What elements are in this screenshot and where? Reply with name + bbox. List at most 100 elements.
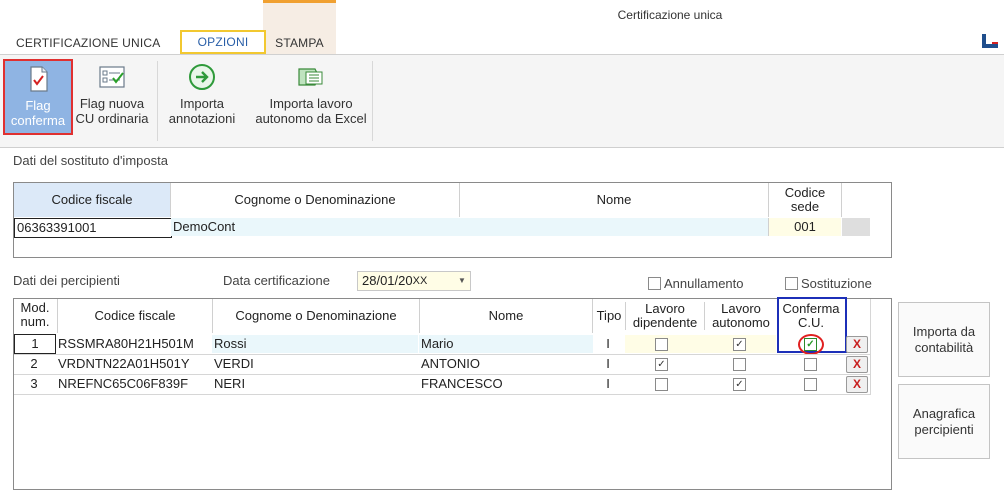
mod-cell[interactable]: 3 <box>14 375 54 393</box>
col-header-cognome: Cognome o Denominazione <box>212 299 419 333</box>
anagrafica-percipienti-button[interactable]: Anagrafica percipienti <box>898 384 990 459</box>
stampa-tab-accent <box>263 0 336 3</box>
mod-header-2: num. <box>20 314 50 329</box>
sostituzione-label: Sostituzione <box>801 276 872 291</box>
conferma-checkbox[interactable]: ✓ <box>804 338 817 351</box>
col-header-conferma: Conferma C.U. <box>779 302 843 330</box>
delete-row-button[interactable]: X <box>846 336 868 353</box>
arrow-right-circle-icon <box>189 64 215 90</box>
importa-annotazioni-label-1: Importa <box>179 96 225 111</box>
row-divider <box>14 374 870 375</box>
tab-certificazione-unica[interactable]: CERTIFICAZIONE UNICA <box>16 33 160 53</box>
col-header-codice-fiscale: Codice fiscale <box>14 183 171 217</box>
tab-stampa[interactable]: STAMPA <box>263 33 336 53</box>
nome-cell[interactable]: ANTONIO <box>419 355 593 373</box>
flag-nuova-cu-button[interactable]: Flag nuova CU ordinaria <box>72 55 152 147</box>
chevron-down-icon[interactable]: ▼ <box>454 272 470 290</box>
percipienti-table: Mod. num. Codice fiscale Cognome o Denom… <box>13 297 892 490</box>
tipo-cell[interactable]: I <box>592 355 624 373</box>
sostituto-codice-fiscale-field[interactable]: 06363391001 <box>14 218 172 238</box>
nome-cell[interactable]: Mario <box>419 335 593 353</box>
codice-sede-header-1: Codice <box>784 185 826 200</box>
col-header-cognome: Cognome o Denominazione <box>171 183 460 217</box>
codice-sede-header-2: sede <box>790 199 820 214</box>
checkbox-bg <box>625 335 776 353</box>
window-title: Certificazione unica <box>617 8 723 22</box>
sostituto-codice-sede-field[interactable]: 001 <box>769 218 841 236</box>
lavoro-dipendente-checkbox[interactable] <box>655 378 668 391</box>
cognome-cell[interactable]: VERDI <box>212 355 418 373</box>
sostituzione-checkbox[interactable] <box>785 277 798 290</box>
excel-import-icon <box>298 68 323 86</box>
codice-fiscale-cell[interactable]: VRDNTN22A01H501Y <box>58 355 208 373</box>
data-certificazione-suffix: XX <box>412 275 428 287</box>
anagrafica-label-2: percipienti <box>914 421 974 437</box>
col-header-nome: Nome <box>460 183 769 217</box>
list-check-icon <box>99 66 125 88</box>
flag-nuova-label-1: Flag nuova <box>79 96 145 111</box>
lavoro-aut-header-2: autonomo <box>712 315 770 330</box>
row-divider <box>14 354 870 355</box>
importa-lavoro-label-2: autonomo da Excel <box>255 111 367 126</box>
importa-label-1: Importa da <box>912 323 976 339</box>
flag-conferma-label-2: conferma <box>10 113 66 128</box>
conferma-checkbox[interactable] <box>804 358 817 371</box>
cognome-cell[interactable]: Rossi <box>212 335 418 353</box>
col-header-codice-fiscale: Codice fiscale <box>57 299 212 333</box>
flag-conferma-label-1: Flag <box>25 98 51 113</box>
delete-row-button[interactable]: X <box>846 356 868 373</box>
lavoro-dipendente-checkbox[interactable]: ✓ <box>655 358 668 371</box>
conferma-header-2: C.U. <box>798 315 824 330</box>
ribbon-separator-2 <box>372 61 373 141</box>
sostituto-nome-field[interactable] <box>460 218 769 236</box>
lavoro-autonomo-checkbox[interactable] <box>733 358 746 371</box>
codice-fiscale-cell[interactable]: NREFNC65C06F839F <box>58 375 208 393</box>
sostituto-cognome-field[interactable]: DemoCont <box>171 218 462 236</box>
ribbon-toolbar: Flag conferma Flag nuova CU ordinaria Im… <box>0 54 1004 148</box>
mod-cell[interactable]: 2 <box>14 355 54 373</box>
percipienti-section-label: Dati dei percipienti <box>13 273 120 288</box>
anagrafica-label-1: Anagrafica <box>912 405 976 421</box>
header-divider <box>841 183 842 217</box>
tipo-cell[interactable]: I <box>592 335 624 353</box>
importa-annotazioni-button[interactable]: Importa annotazioni <box>162 55 242 147</box>
importa-annotazioni-label-2: annotazioni <box>168 111 236 126</box>
lavoro-dip-header-2: dipendente <box>632 315 698 330</box>
lavoro-autonomo-checkbox[interactable]: ✓ <box>733 378 746 391</box>
app-logo-icon <box>982 34 998 48</box>
tab-opzioni[interactable]: OPZIONI <box>180 30 266 54</box>
row-divider <box>14 394 870 395</box>
data-certificazione-label: Data certificazione <box>223 273 330 288</box>
mod-cell[interactable]: 1 <box>14 334 56 354</box>
annullamento-checkbox[interactable] <box>648 277 661 290</box>
col-divider <box>870 299 871 395</box>
sostituto-table: Codice fiscale Cognome o Denominazione N… <box>13 182 892 258</box>
cognome-cell[interactable]: NERI <box>212 375 418 393</box>
col-header-nome: Nome <box>419 299 592 333</box>
importa-da-contabilita-button[interactable]: Importa da contabilità <box>898 302 990 377</box>
lavoro-aut-header-1: Lavoro <box>721 301 761 316</box>
flag-conferma-button[interactable]: Flag conferma <box>3 59 73 135</box>
codice-fiscale-cell[interactable]: RSSMRA80H21H501M <box>58 335 208 353</box>
importa-label-2: contabilità <box>914 339 974 355</box>
col-header-tipo: Tipo <box>592 299 625 333</box>
sostituto-section-label: Dati del sostituto d'imposta <box>13 153 168 168</box>
sostituto-row-end-cell <box>842 218 870 236</box>
ribbon-separator <box>157 61 158 141</box>
col-header-mod: Mod. num. <box>14 301 56 329</box>
data-certificazione-input[interactable]: 28/01/20XX ▼ <box>357 271 471 291</box>
lavoro-dipendente-checkbox[interactable] <box>655 338 668 351</box>
importa-lavoro-autonomo-button[interactable]: Importa lavoro autonomo da Excel <box>252 55 370 147</box>
delete-row-button[interactable]: X <box>846 376 868 393</box>
tipo-cell[interactable]: I <box>592 375 624 393</box>
nome-cell[interactable]: FRANCESCO <box>419 375 593 393</box>
mod-header-1: Mod. <box>20 300 50 315</box>
flag-nuova-label-2: CU ordinaria <box>75 111 149 126</box>
col-header-codice-sede: Codice sede <box>769 186 841 214</box>
importa-lavoro-label-1: Importa lavoro <box>269 96 353 111</box>
col-header-lavoro-dipendente: Lavoro dipendente <box>625 302 704 330</box>
conferma-header-1: Conferma <box>782 301 840 316</box>
lavoro-autonomo-checkbox[interactable]: ✓ <box>733 338 746 351</box>
document-check-icon <box>30 66 48 92</box>
conferma-checkbox[interactable] <box>804 378 817 391</box>
